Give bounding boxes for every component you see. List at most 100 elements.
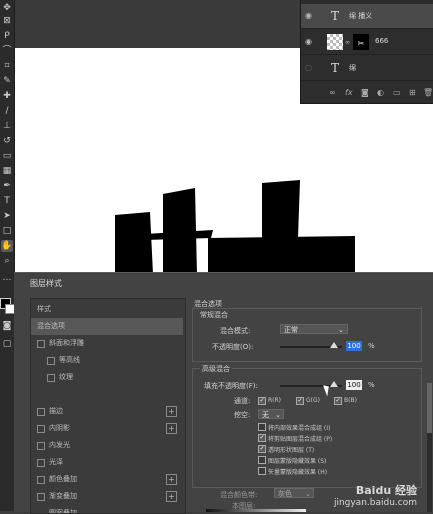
channel-b-checkbox[interactable]: ✓ xyxy=(334,397,342,405)
add-icon[interactable]: + xyxy=(166,474,177,485)
layer-name[interactable]: 绵 播义 xyxy=(349,11,372,21)
checkbox[interactable] xyxy=(47,374,55,382)
list-item[interactable]: 内发光 xyxy=(31,437,183,454)
healing-icon[interactable]: ✚ xyxy=(1,90,13,102)
option-label: 将剪贴图层混合成组 (P) xyxy=(268,436,333,443)
blending-options-panel: 混合选项 常规混合 混合模式: 正常 ⌄ 不透明度(O): 100 % 高级混合 … xyxy=(188,298,426,512)
fill-opacity-input[interactable]: 100 xyxy=(346,380,362,390)
screen-mode-icon[interactable]: ▢ xyxy=(1,338,13,350)
layer-name[interactable]: 666 xyxy=(375,37,388,45)
option-checkbox[interactable] xyxy=(258,423,266,431)
list-item[interactable]: 渐变叠加 + xyxy=(31,488,183,505)
opacity-slider-knob[interactable] xyxy=(330,342,338,348)
layer-style-dialog: 图层样式 样式 混合选项 斜面和浮雕 等高线 纹理 描边 + 内阴影 + 内发光 光… xyxy=(14,272,433,514)
text-layer-thumb-icon: T xyxy=(330,9,339,23)
eraser-icon[interactable]: ▭ xyxy=(1,150,13,162)
new-layer-icon[interactable]: ⊞ xyxy=(409,88,416,97)
hand-icon[interactable]: ✋ xyxy=(1,240,13,252)
knockout-select[interactable]: 无 ⌄ xyxy=(258,409,284,419)
eyedropper-icon[interactable]: ✎ xyxy=(1,75,13,87)
select-value: 无 xyxy=(262,411,269,419)
trash-icon[interactable]: 🗑 xyxy=(423,88,433,97)
list-item[interactable]: 斜面和浮雕 xyxy=(31,335,183,352)
stamp-icon[interactable]: ⊥ xyxy=(1,120,13,132)
mask-icon[interactable]: ◙ xyxy=(361,88,369,97)
gradient-icon[interactable]: ▦ xyxy=(1,165,13,177)
lasso-icon[interactable]: ᑭ xyxy=(1,30,13,42)
add-icon[interactable]: + xyxy=(166,491,177,502)
move-icon[interactable]: ✥ xyxy=(1,2,13,14)
list-item[interactable]: 纹理 xyxy=(31,369,183,386)
pen-icon[interactable]: ✒ xyxy=(1,180,13,192)
list-item[interactable]: 颜色叠加 + xyxy=(31,471,183,488)
scroll-thumb[interactable] xyxy=(427,383,432,433)
list-item[interactable]: 样式 xyxy=(31,301,183,318)
add-icon[interactable]: + xyxy=(166,423,177,434)
checkbox[interactable] xyxy=(37,442,45,450)
option-label: 矢量蒙版隐藏效果 (H) xyxy=(268,469,328,476)
channel-b-label: B(B) xyxy=(344,397,357,404)
eye-icon[interactable]: ○ xyxy=(305,63,314,72)
layer-row[interactable]: ○ T 绵 xyxy=(301,56,433,81)
artboard-icon[interactable]: ⊠ xyxy=(1,15,13,27)
fill-slider-knob[interactable] xyxy=(330,381,338,387)
zoom-icon[interactable]: ⌕ xyxy=(1,255,13,267)
crop-icon[interactable]: ⌗ xyxy=(1,60,13,72)
list-item[interactable]: 等高线 xyxy=(31,352,183,369)
quick-select-icon[interactable]: ⌒ xyxy=(1,45,13,57)
adjustment-icon[interactable]: ◐ xyxy=(377,88,384,97)
more-icon[interactable]: … xyxy=(1,272,13,284)
list-item[interactable]: 光泽 xyxy=(31,454,183,471)
dialog-scrollbar[interactable] xyxy=(427,383,432,512)
group-title: 常规混合 xyxy=(200,311,228,319)
link-icon[interactable]: ∞ xyxy=(329,88,336,97)
path-select-icon[interactable]: ➤ xyxy=(1,210,13,222)
blend-mode-select[interactable]: 正常 ⌄ xyxy=(280,324,348,334)
history-brush-icon[interactable]: ↺ xyxy=(1,135,13,147)
rectangle-icon[interactable]: □ xyxy=(1,225,13,237)
channel-g-label: G(G) xyxy=(306,397,320,404)
layer-name[interactable]: 绵 xyxy=(349,63,356,73)
fill-unit: % xyxy=(368,381,375,389)
list-item[interactable]: 图案叠加 xyxy=(31,505,183,513)
brush-icon[interactable]: ∕ xyxy=(1,105,13,117)
list-item-label: 光泽 xyxy=(49,458,63,466)
fill-opacity-label: 填充不透明度(F): xyxy=(204,382,258,390)
list-item[interactable]: 内阴影 + xyxy=(31,420,183,437)
checkbox[interactable] xyxy=(37,476,45,484)
eye-icon[interactable]: ◉ xyxy=(305,11,314,20)
eye-icon[interactable]: ◉ xyxy=(305,37,314,46)
checkbox[interactable] xyxy=(37,425,45,433)
option-label: 将内部效果混合成组 (I) xyxy=(268,425,331,432)
option-checkbox[interactable] xyxy=(258,467,266,475)
checkbox[interactable] xyxy=(37,408,45,416)
channel-g-checkbox[interactable]: ✓ xyxy=(296,397,304,405)
blend-if-select[interactable]: 灰色 ⌄ xyxy=(274,488,314,498)
layer-row[interactable]: ◉ ∞ ✂ 666 xyxy=(301,30,433,55)
layers-footer: ∞ fx ◙ ◐ ▭ ⊞ 🗑 xyxy=(301,84,433,102)
option-checkbox[interactable]: ✓ xyxy=(258,445,266,453)
checkbox[interactable] xyxy=(37,340,45,348)
fx-icon[interactable]: fx xyxy=(345,88,353,97)
select-value: 灰色 xyxy=(278,490,292,498)
channel-r-checkbox[interactable]: ✓ xyxy=(258,397,266,405)
checkbox[interactable] xyxy=(47,357,55,365)
watermark-url: jingyan.baidu.com xyxy=(333,498,417,508)
list-item-label: 描边 xyxy=(49,407,63,415)
type-icon[interactable]: T xyxy=(1,195,13,207)
checkbox[interactable] xyxy=(37,493,45,501)
channel-r-label: R(R) xyxy=(268,397,282,404)
checkbox[interactable] xyxy=(37,459,45,467)
option-checkbox[interactable]: ✓ xyxy=(258,434,266,442)
option-label: 图层蒙版隐藏效果 (S) xyxy=(268,458,327,465)
list-item[interactable]: 描边 + xyxy=(31,403,183,420)
option-checkbox[interactable] xyxy=(258,456,266,464)
group-icon[interactable]: ▭ xyxy=(393,88,401,97)
knockout-label: 挖空: xyxy=(234,411,251,419)
opacity-input[interactable]: 100 xyxy=(346,341,362,351)
list-item-blending-options[interactable]: 混合选项 xyxy=(31,318,183,335)
quick-mask-icon[interactable]: ◙ xyxy=(1,320,13,332)
watermark-brand: Baidu 经验 xyxy=(355,484,417,497)
layer-row[interactable]: ◉ T 绵 播义 xyxy=(301,4,433,29)
add-icon[interactable]: + xyxy=(166,406,177,417)
